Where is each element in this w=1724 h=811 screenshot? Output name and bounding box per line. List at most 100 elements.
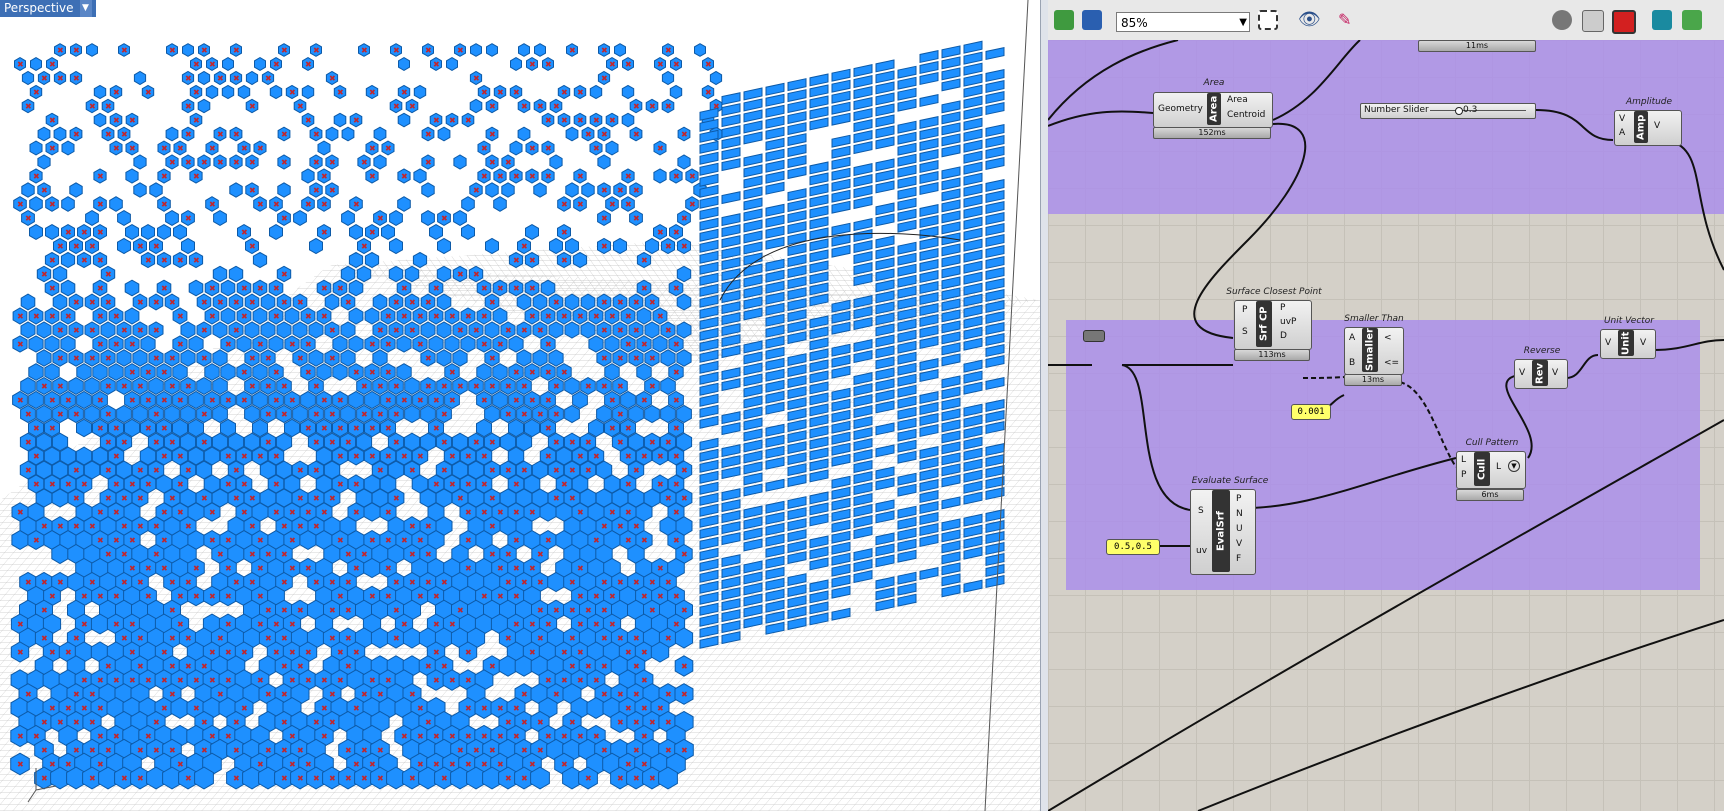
amplitude-output-v[interactable]: V bbox=[1654, 121, 1660, 131]
smaller-output-le[interactable]: <= bbox=[1384, 358, 1399, 368]
amplitude-input-v[interactable]: V bbox=[1619, 114, 1625, 124]
hexagon-module bbox=[628, 404, 644, 424]
bake-icon[interactable] bbox=[1652, 10, 1672, 30]
hexagon-module bbox=[132, 349, 148, 367]
marker-icon: ✖ bbox=[89, 298, 96, 307]
number-slider[interactable]: Number Slider 0.3 bbox=[1360, 103, 1536, 119]
unit-vector-component[interactable]: Unit Vector V Unit V bbox=[1600, 316, 1658, 366]
amplitude-component[interactable]: Amplitude V A Amp V bbox=[1614, 97, 1684, 147]
marker-icon: ✖ bbox=[513, 508, 520, 517]
marker-icon: ✖ bbox=[505, 578, 512, 587]
uv-panel[interactable]: 0.5,0.5 bbox=[1106, 539, 1160, 555]
scp-output-uvp[interactable]: uvP bbox=[1280, 317, 1296, 327]
area-input-geometry[interactable]: Geometry bbox=[1158, 104, 1203, 114]
marker-icon: ✖ bbox=[177, 340, 184, 349]
viewport-tab[interactable]: Perspective ▼ bbox=[0, 0, 96, 17]
slat-module bbox=[831, 178, 851, 192]
area-component[interactable]: Area Geometry Area Area Centroid 152ms bbox=[1153, 78, 1275, 140]
evalsrf-input-s[interactable]: S bbox=[1198, 506, 1204, 516]
reverse-component[interactable]: Reverse V Rev V bbox=[1514, 346, 1570, 396]
scp-input-s[interactable]: S bbox=[1242, 327, 1248, 337]
evalsrf-output-u[interactable]: U bbox=[1236, 524, 1243, 534]
marker-icon: ✖ bbox=[105, 410, 112, 419]
evalsrf-output-v[interactable]: V bbox=[1236, 539, 1242, 549]
marker-icon: ✖ bbox=[553, 466, 560, 475]
cull-pattern-component[interactable]: Cull Pattern L P Cull L ▼ 6ms bbox=[1456, 438, 1528, 508]
unit-input-v[interactable]: V bbox=[1605, 338, 1611, 348]
cull-input-p[interactable]: P bbox=[1461, 470, 1466, 480]
smaller-output-lt[interactable]: < bbox=[1384, 333, 1392, 343]
sketch-icon[interactable]: ✎ bbox=[1338, 10, 1358, 30]
rhino-viewport[interactable]: ✖ ✖ ✖ ✖ ✖ ✖ ✖ ✖ ✖ ✖ ✖ ✖ ✖ ✖ ✖ ✖ ✖ ✖ ✖ ✖ ✖ ✖ ✖ ✖ ✖ ✖ ✖ ✖ ✖ ✖ ✖ ✖ ✖ ✖ ✖ ✖ ✖ ✖ ✖ ✖… bbox=[0, 0, 1040, 811]
marker-icon: ✖ bbox=[457, 382, 464, 391]
preview-icon[interactable]: 👁 bbox=[1298, 10, 1321, 30]
evalsrf-output-f[interactable]: F bbox=[1236, 554, 1241, 564]
cull-output-l[interactable]: L bbox=[1496, 462, 1501, 472]
zoom-extents-icon[interactable] bbox=[1258, 10, 1278, 30]
unit-output-v[interactable]: V bbox=[1640, 338, 1646, 348]
marker-icon: ✖ bbox=[385, 676, 392, 685]
marker-icon: ✖ bbox=[297, 466, 304, 475]
surface-closest-point-component[interactable]: Surface Closest Point P S Srf CP P uvP D… bbox=[1226, 287, 1322, 362]
hexagon-module bbox=[364, 251, 380, 269]
amplitude-input-a[interactable]: A bbox=[1619, 128, 1625, 138]
marker-icon: ✖ bbox=[233, 74, 240, 83]
threshold-panel[interactable]: 0.001 bbox=[1291, 404, 1331, 420]
marker-icon: ✖ bbox=[361, 46, 368, 55]
marker-icon: ✖ bbox=[401, 732, 408, 741]
shaded-preview-icon[interactable] bbox=[1552, 10, 1572, 30]
gh-canvas[interactable]: 11ms Area Geometry Area Area Centroid 15… bbox=[1048, 40, 1724, 811]
marker-icon: ✖ bbox=[129, 116, 136, 125]
evaluate-surface-component[interactable]: Evaluate Surface S uv EvalSrf P N U V F bbox=[1190, 476, 1302, 588]
evalsrf-output-n[interactable]: N bbox=[1236, 509, 1243, 519]
slider-grip[interactable] bbox=[1455, 107, 1463, 115]
hexagon-module bbox=[108, 363, 124, 381]
zoom-combo[interactable]: 85% ▼ bbox=[1116, 12, 1250, 32]
evalsrf-title: Evaluate Surface bbox=[1191, 476, 1269, 486]
area-output-area[interactable]: Area bbox=[1227, 95, 1248, 105]
marker-icon: ✖ bbox=[577, 676, 584, 685]
slat-module bbox=[787, 166, 807, 180]
marker-icon: ✖ bbox=[361, 774, 368, 783]
scp-output-p[interactable]: P bbox=[1280, 303, 1285, 313]
area-output-centroid[interactable]: Centroid bbox=[1227, 110, 1265, 120]
save-icon[interactable] bbox=[1082, 10, 1102, 30]
scp-input-p[interactable]: P bbox=[1242, 305, 1247, 315]
marker-icon: ✖ bbox=[177, 620, 184, 629]
marker-icon: ✖ bbox=[673, 480, 680, 489]
hexagon-module bbox=[244, 321, 260, 339]
wireframe-preview-icon[interactable] bbox=[1582, 10, 1604, 32]
wire-relay[interactable] bbox=[1083, 330, 1105, 342]
evalsrf-output-p[interactable]: P bbox=[1236, 494, 1241, 504]
hexagon-module bbox=[204, 363, 220, 381]
marker-icon: ✖ bbox=[201, 494, 208, 503]
reverse-input-v[interactable]: V bbox=[1519, 368, 1525, 378]
marker-icon: ✖ bbox=[241, 648, 248, 657]
scp-output-d[interactable]: D bbox=[1280, 331, 1287, 341]
slat-module bbox=[743, 186, 763, 200]
marker-icon: ✖ bbox=[441, 662, 448, 671]
hexagon-module bbox=[509, 140, 523, 156]
cull-input-l[interactable]: L bbox=[1461, 455, 1466, 465]
viewport-scene[interactable]: ✖ ✖ ✖ ✖ ✖ ✖ ✖ ✖ ✖ ✖ ✖ ✖ ✖ ✖ ✖✖ ✖ ✖ ✖ ✖ ✖ ✖ ✖ ✖ ✖ ✖ ✖ ✖ ✖✖ ✖ ✖ ✖ ✖ ✖ ✖ ✖ ✖ ✖✖… bbox=[0, 0, 1040, 811]
smaller-than-component[interactable]: Smaller Than A B Smaller < <= 13ms bbox=[1344, 314, 1406, 396]
marker-icon: ✖ bbox=[273, 648, 280, 657]
cull-menu-icon[interactable]: ▼ bbox=[1508, 460, 1520, 472]
marker-icon: ✖ bbox=[553, 494, 560, 503]
open-file-icon[interactable] bbox=[1054, 10, 1074, 30]
reverse-output-v[interactable]: V bbox=[1552, 368, 1558, 378]
slat-module bbox=[897, 120, 917, 134]
marker-icon: ✖ bbox=[89, 718, 96, 727]
hexagon-module bbox=[539, 502, 557, 522]
chevron-down-icon[interactable]: ▼ bbox=[79, 0, 92, 17]
smaller-input-a[interactable]: A bbox=[1349, 333, 1355, 343]
slider-track[interactable] bbox=[1430, 110, 1526, 111]
evalsrf-input-uv[interactable]: uv bbox=[1196, 546, 1207, 556]
smaller-input-b[interactable]: B bbox=[1349, 358, 1355, 368]
component-stub[interactable]: 11ms bbox=[1418, 40, 1536, 52]
marker-icon: ✖ bbox=[465, 676, 472, 685]
hexagon-module bbox=[29, 196, 43, 212]
selected-preview-icon[interactable] bbox=[1612, 10, 1636, 34]
display-icon[interactable] bbox=[1682, 10, 1702, 30]
slat-module bbox=[853, 141, 873, 155]
